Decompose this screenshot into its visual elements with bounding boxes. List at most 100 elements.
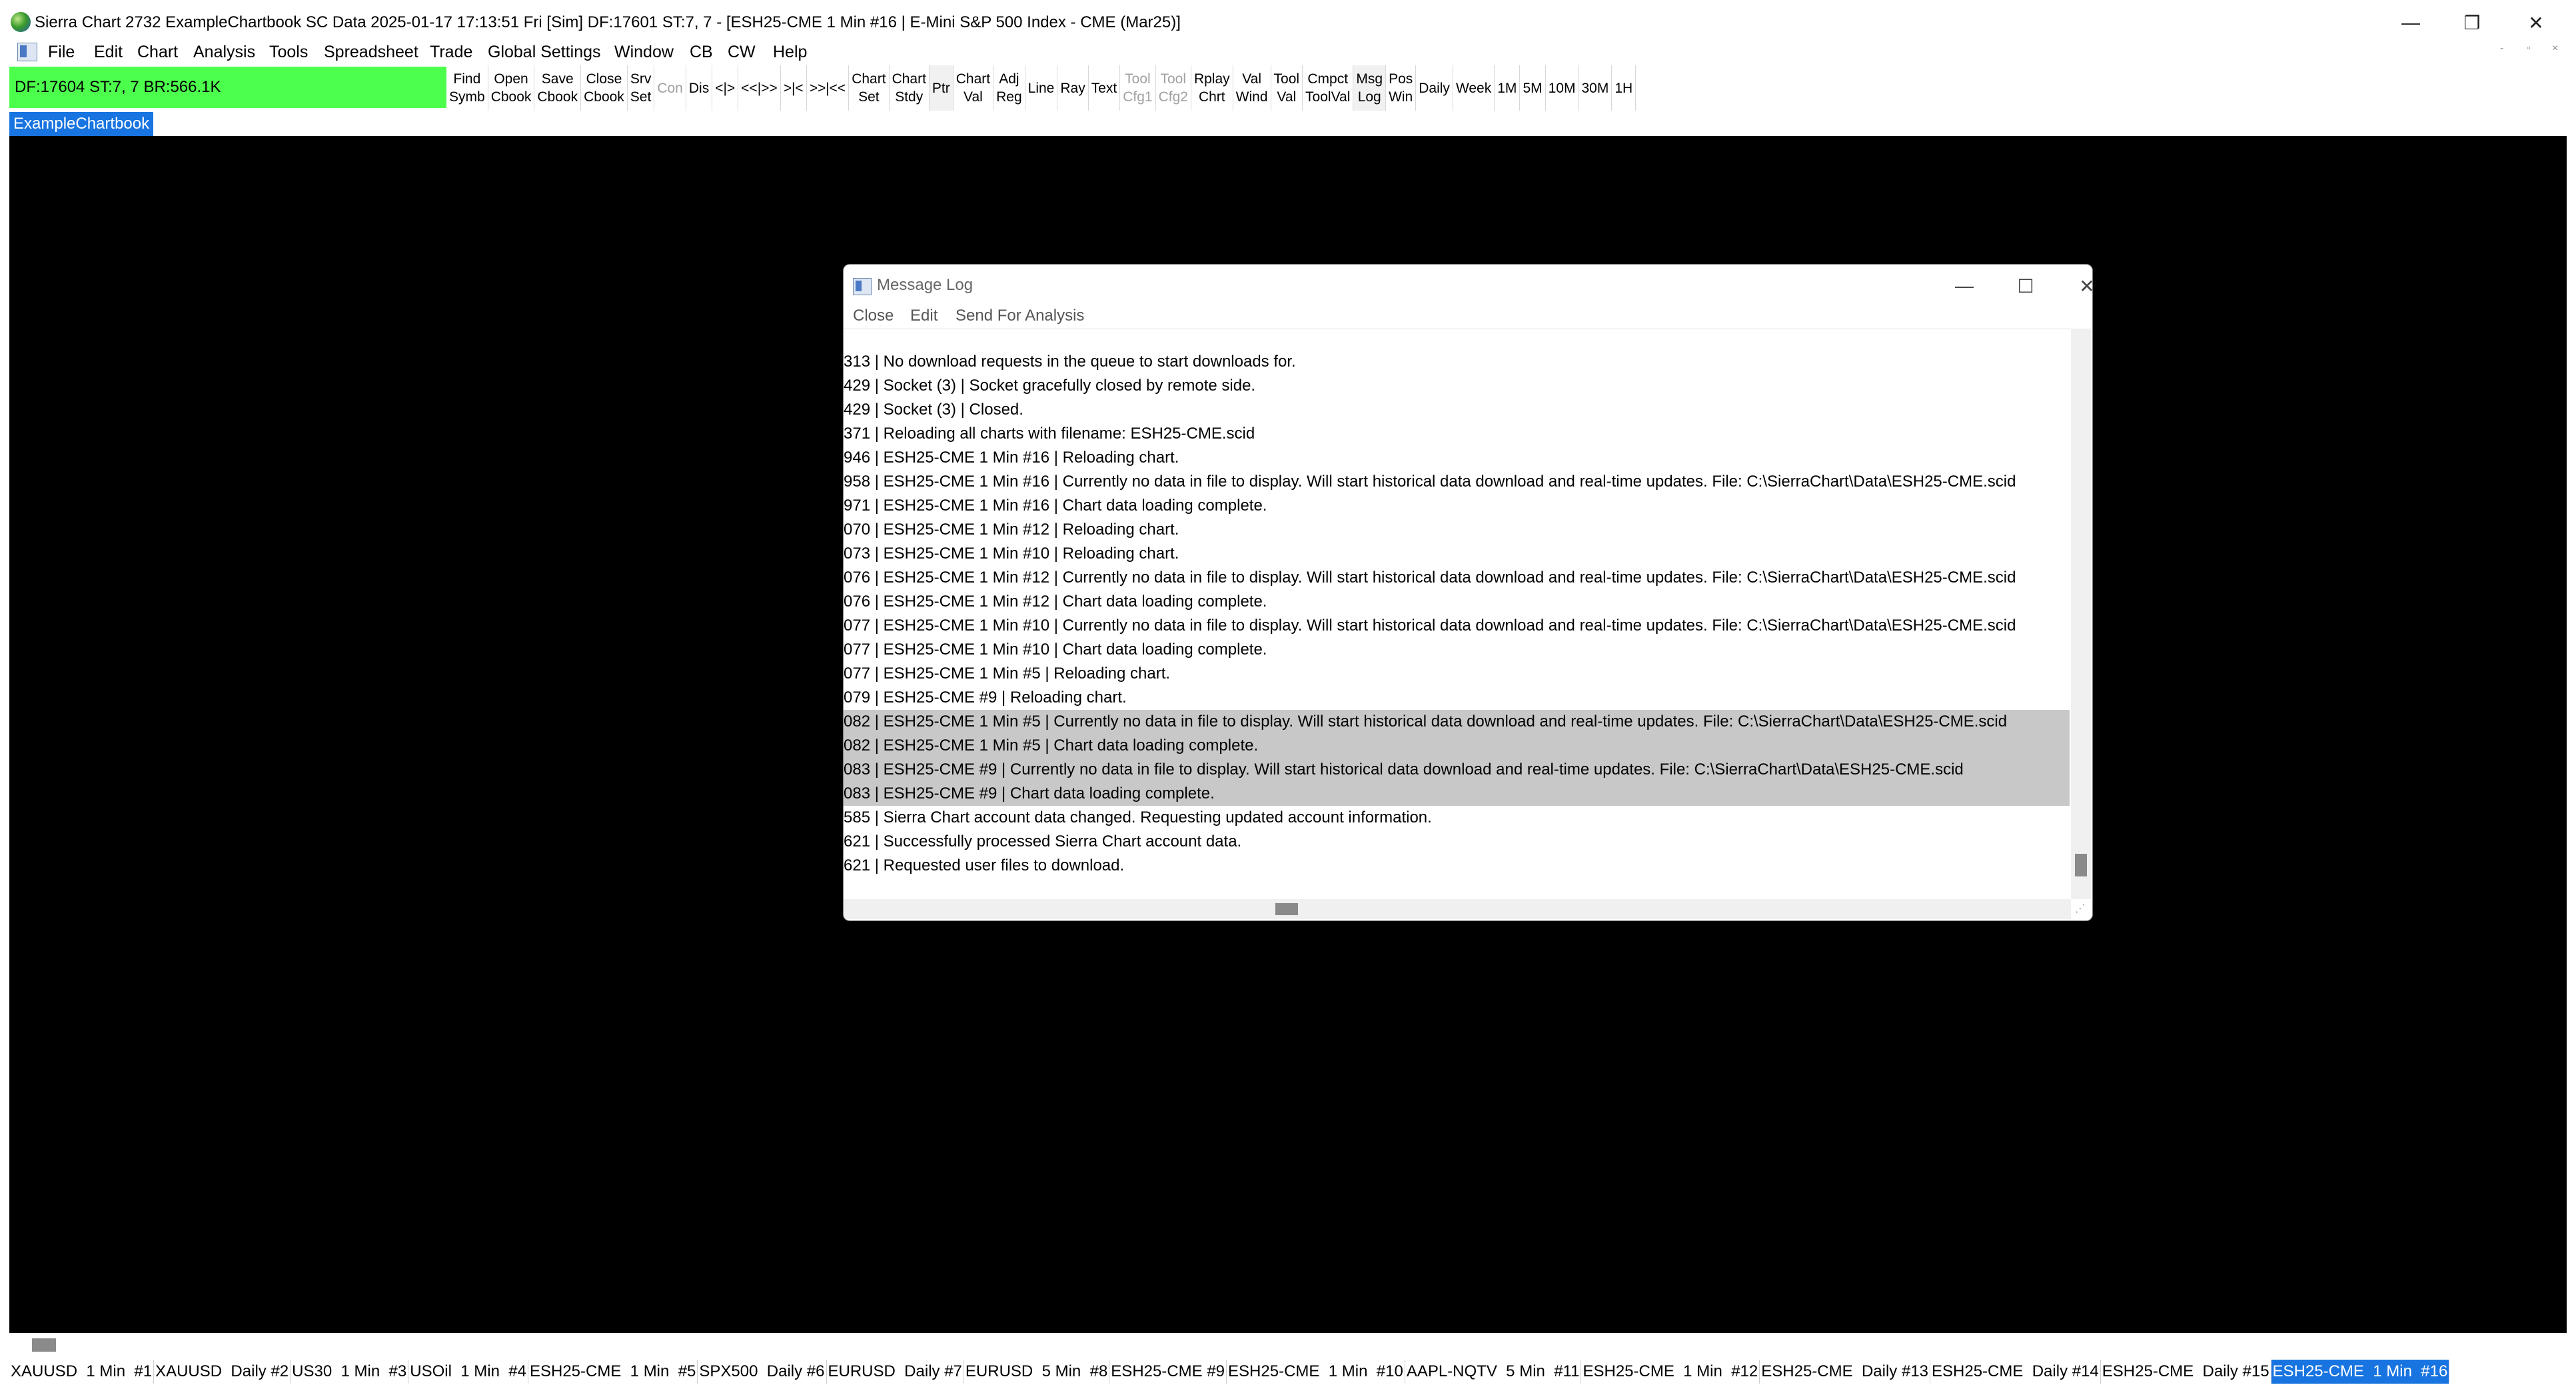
chart-tab-15[interactable]: ESH25-CME Daily #15 [2101,1360,2271,1384]
toolbar-button-open-cbook[interactable]: Open Cbook [488,65,535,111]
restore-button[interactable]: ❐ [2441,5,2503,40]
message-log-minimize-button[interactable]: — [1938,271,1991,301]
toolbar-button-srv-set[interactable]: Srv Set [628,65,655,111]
chart-scroll-thumb[interactable] [32,1338,56,1352]
menu-cw[interactable]: CW [728,41,756,63]
log-line[interactable]: 313 | No download requests in the queue … [844,350,2070,374]
toolbar-button-chart-stdy[interactable]: Chart Stdy [890,65,930,111]
log-line[interactable]: 946 | ESH25-CME 1 Min #16 | Reloading ch… [844,446,2070,470]
chart-tab-9[interactable]: ESH25-CME #9 [1109,1360,1227,1384]
toolbar-button-tool-val[interactable]: Tool Val [1271,65,1303,111]
log-line[interactable]: 621 | Successfully processed Sierra Char… [844,830,2070,854]
log-line[interactable]: 082 | ESH25-CME 1 Min #5 | Currently no … [844,710,2070,734]
chart-tab-2[interactable]: XAUUSD Daily #2 [154,1360,291,1384]
log-line[interactable]: 958 | ESH25-CME 1 Min #16 | Currently no… [844,470,2070,494]
message-log-horizontal-scrollbar[interactable] [844,899,2071,919]
toolbar-button-find-symb[interactable]: Find Symb [446,65,488,111]
log-line[interactable]: 621 | Requested user files to download. [844,854,2070,878]
log-line[interactable]: 077 | ESH25-CME 1 Min #10 | Currently no… [844,614,2070,638]
menu-global-settings[interactable]: Global Settings [488,41,601,63]
toolbar-button-val-wind[interactable]: Val Wind [1233,65,1271,111]
toolbar-button-item-9[interactable]: >|< [781,65,807,111]
toolbar-button-10m[interactable]: 10M [1546,65,1579,111]
toolbar-button-item-8[interactable]: <<|>> [738,65,781,111]
menu-spreadsheet[interactable]: Spreadsheet [324,41,418,63]
menu-trade[interactable]: Trade [430,41,472,63]
chartbook-window-icon[interactable] [17,43,37,61]
toolbar-button-ray[interactable]: Ray [1057,65,1089,111]
toolbar-button-adj-reg[interactable]: Adj Reg [993,65,1025,111]
toolbar-button-cmpct-toolval[interactable]: Cmpct ToolVal [1303,65,1354,111]
toolbar-button-item-10[interactable]: >>|<< [807,65,850,111]
toolbar-button-save-cbook[interactable]: Save Cbook [534,65,582,111]
mdi-restore-button[interactable]: ▫ [2527,43,2531,55]
chart-tab-10[interactable]: ESH25-CME 1 Min #10 [1227,1360,1405,1384]
log-line[interactable]: 077 | ESH25-CME 1 Min #5 | Reloading cha… [844,662,2070,686]
toolbar-button-item-7[interactable]: <|> [712,65,739,111]
menu-analysis[interactable]: Analysis [193,41,255,63]
message-log-maximize-button[interactable]: ☐ [1999,271,2052,301]
chartbook-tab[interactable]: ExampleChartbook [9,112,154,136]
toolbar-button-ptr[interactable]: Ptr [929,65,954,111]
toolbar-button-dis[interactable]: Dis [686,65,713,111]
chart-tab-16[interactable]: ESH25-CME 1 Min #16 [2271,1360,2450,1384]
chart-tab-8[interactable]: EURUSD 5 Min #8 [964,1360,1110,1384]
chart-tab-1[interactable]: XAUUSD 1 Min #1 [9,1360,155,1384]
menu-file[interactable]: File [48,41,75,63]
toolbar-button-1m[interactable]: 1M [1495,65,1521,111]
chart-tab-11[interactable]: AAPL-NQTV 5 Min #11 [1405,1360,1582,1384]
menu-cb[interactable]: CB [690,41,713,63]
toolbar-button-daily[interactable]: Daily [1416,65,1453,111]
chart-tab-13[interactable]: ESH25-CME Daily #13 [1760,1360,1931,1384]
log-line[interactable]: 585 | Sierra Chart account data changed.… [844,806,2070,830]
log-line[interactable]: 371 | Reloading all charts with filename… [844,422,2070,446]
log-line[interactable]: 070 | ESH25-CME 1 Min #12 | Reloading ch… [844,518,2070,542]
toolbar-button-1h[interactable]: 1H [1612,65,1636,111]
minimize-button[interactable]: — [2380,5,2441,40]
message-log-list[interactable]: 313 | No download requests in the queue … [844,350,2070,878]
chart-tab-5[interactable]: ESH25-CME 1 Min #5 [528,1360,698,1384]
log-line[interactable]: 429 | Socket (3) | Socket gracefully clo… [844,374,2070,398]
message-log-menu-send-for-analysis[interactable]: Send For Analysis [956,305,1084,327]
log-line[interactable]: 429 | Socket (3) | Closed. [844,398,2070,422]
toolbar-button-chart-val[interactable]: Chart Val [954,65,994,111]
message-log-menu-edit[interactable]: Edit [910,305,938,327]
toolbar-button-30m[interactable]: 30M [1579,65,1612,111]
message-log-vertical-scroll-thumb[interactable] [2075,854,2087,876]
message-log-close-button[interactable]: ✕ [2060,271,2092,301]
mdi-close-button[interactable]: × [2552,43,2558,55]
message-log-vertical-scrollbar[interactable] [2071,329,2091,899]
toolbar-button-msg-log[interactable]: Msg Log [1353,65,1387,111]
toolbar-button-close-cbook[interactable]: Close Cbook [581,65,628,111]
message-log-horizontal-scroll-thumb[interactable] [1275,903,1298,915]
message-log-window[interactable]: Message Log — ☐ ✕ Close Edit Send For An… [843,264,2093,921]
chart-tab-3[interactable]: US30 1 Min #3 [291,1360,409,1384]
log-line[interactable]: 076 | ESH25-CME 1 Min #12 | Currently no… [844,566,2070,590]
chart-tab-6[interactable]: SPX500 Daily #6 [698,1360,827,1384]
message-log-menu-close[interactable]: Close [853,305,894,327]
log-line[interactable]: 082 | ESH25-CME 1 Min #5 | Chart data lo… [844,734,2070,758]
chart-tab-14[interactable]: ESH25-CME Daily #14 [1930,1360,2101,1384]
menu-window[interactable]: Window [614,41,674,63]
mdi-minimize-button[interactable]: - [2500,43,2503,55]
log-line[interactable]: 073 | ESH25-CME 1 Min #10 | Reloading ch… [844,542,2070,566]
log-line[interactable]: 076 | ESH25-CME 1 Min #12 | Chart data l… [844,590,2070,614]
toolbar-button-rplay-chrt[interactable]: Rplay Chrt [1191,65,1233,111]
toolbar-button-chart-set[interactable]: Chart Set [849,65,890,111]
log-line[interactable]: 083 | ESH25-CME #9 | Currently no data i… [844,758,2070,782]
log-line[interactable]: 079 | ESH25-CME #9 | Reloading chart. [844,686,2070,710]
log-line[interactable]: 971 | ESH25-CME 1 Min #16 | Chart data l… [844,494,2070,518]
resize-grip-icon[interactable]: ⋰ [2075,902,2090,916]
chart-tab-7[interactable]: EURUSD Daily #7 [827,1360,964,1384]
log-line[interactable]: 077 | ESH25-CME 1 Min #10 | Chart data l… [844,638,2070,662]
toolbar-button-5m[interactable]: 5M [1520,65,1546,111]
chart-tab-4[interactable]: USOil 1 Min #4 [408,1360,528,1384]
close-button[interactable]: ✕ [2505,5,2567,40]
chart-horizontal-scrollbar[interactable] [9,1333,2567,1357]
log-line[interactable]: 083 | ESH25-CME #9 | Chart data loading … [844,782,2070,806]
toolbar-button-pos-win[interactable]: Pos Win [1386,65,1417,111]
toolbar-button-week[interactable]: Week [1453,65,1495,111]
menu-edit[interactable]: Edit [94,41,123,63]
chart-tab-12[interactable]: ESH25-CME 1 Min #12 [1581,1360,1760,1384]
menu-tools[interactable]: Tools [269,41,308,63]
